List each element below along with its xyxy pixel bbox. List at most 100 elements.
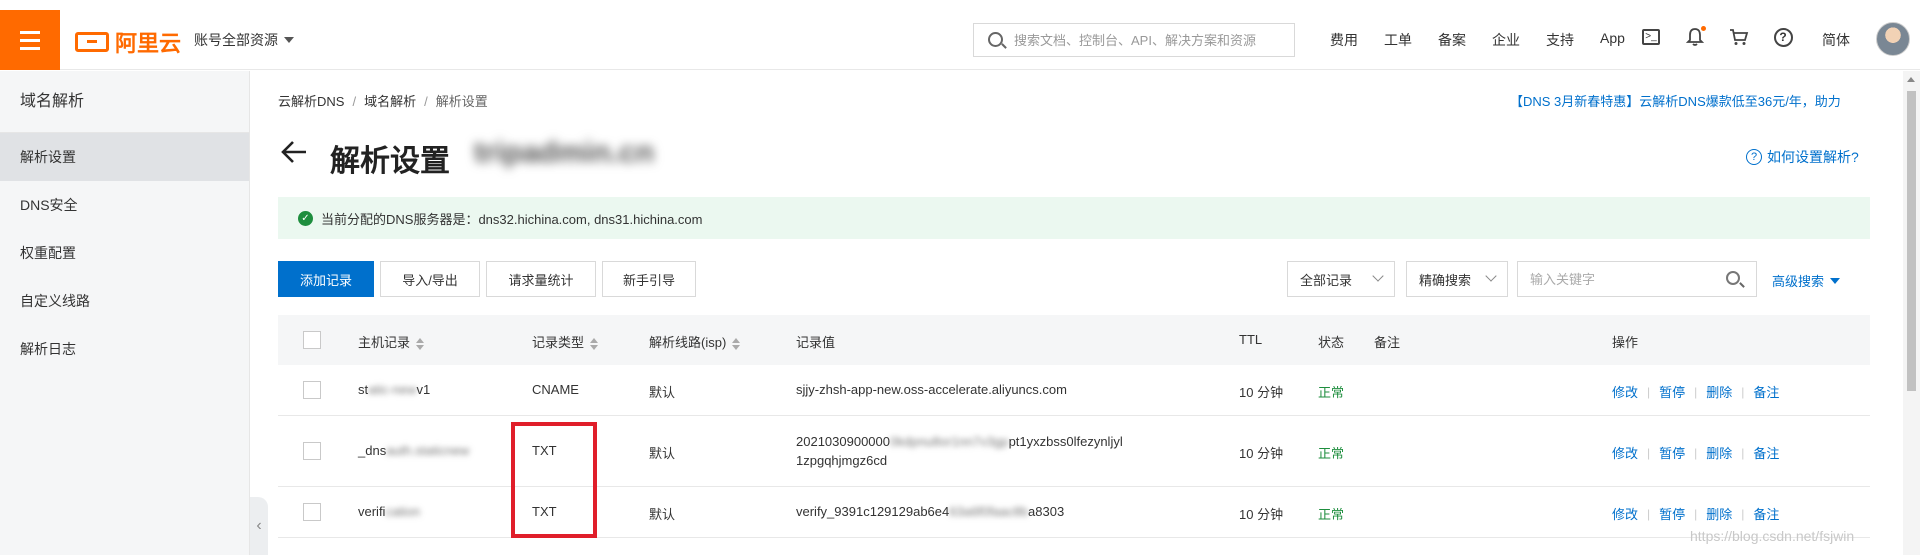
record-ttl: 10 分钟 bbox=[1239, 507, 1284, 522]
page-title: 解析设置 bbox=[330, 145, 450, 178]
delete-link[interactable]: 删除 bbox=[1706, 443, 1732, 462]
row-actions: 修改 | 暂停 | 删除 | 备注 bbox=[1612, 443, 1779, 462]
status-badge: 正常 bbox=[1318, 385, 1345, 400]
top-nav-links: 费用 工单 备案 企业 支持 App bbox=[1330, 30, 1651, 50]
edit-link[interactable]: 修改 bbox=[1612, 382, 1638, 401]
keyword-input[interactable] bbox=[1518, 262, 1708, 296]
record-line: 默认 bbox=[649, 385, 676, 400]
nav-link-support[interactable]: 支持 bbox=[1546, 30, 1574, 50]
advanced-search-label: 高级搜索 bbox=[1772, 274, 1825, 289]
status-badge: 正常 bbox=[1318, 507, 1345, 522]
sidebar: 域名解析 解析设置 DNS安全 权重配置 自定义线路 解析日志 bbox=[0, 71, 250, 555]
host-record: _dnsauth.staticnew bbox=[358, 443, 469, 458]
watermark: https://blog.csdn.net/fsjwin bbox=[1690, 528, 1855, 544]
check-circle-icon: ✓ bbox=[298, 210, 313, 226]
sort-icon bbox=[732, 337, 741, 350]
cart-button[interactable] bbox=[1728, 26, 1750, 48]
aliyun-logo[interactable]: 阿里云 bbox=[75, 26, 181, 58]
row-checkbox[interactable] bbox=[303, 442, 321, 460]
request-stats-button[interactable]: 请求量统计 bbox=[486, 261, 596, 297]
help-icon: ? bbox=[1773, 27, 1793, 47]
nav-link-billing[interactable]: 费用 bbox=[1330, 30, 1358, 50]
beginner-guide-button[interactable]: 新手引导 bbox=[602, 261, 696, 297]
notification-button[interactable] bbox=[1684, 26, 1706, 48]
status-badge: 正常 bbox=[1318, 446, 1345, 461]
select-all-checkbox[interactable] bbox=[303, 331, 321, 349]
vertical-scrollbar[interactable] bbox=[1903, 71, 1920, 555]
nav-link-enterprise[interactable]: 企业 bbox=[1492, 30, 1520, 50]
table-header: 主机记录 记录类型 解析线路(isp) 记录值 TTL 状态 备注 操作 bbox=[278, 315, 1870, 365]
header-status: 状态 bbox=[1318, 335, 1345, 350]
promo-banner-link[interactable]: 【DNS 3月新春特惠】云解析DNS爆款低至36元/年，助力 bbox=[1510, 91, 1870, 110]
search-icon[interactable] bbox=[1726, 271, 1740, 285]
how-to-setup-help-link[interactable]: ? 如何设置解析? bbox=[1746, 147, 1859, 167]
account-label: 账号全部资源 bbox=[194, 32, 278, 48]
user-avatar[interactable] bbox=[1876, 22, 1910, 56]
record-value: verify_9391c129129ab6e463a6f0faac8ba8303 bbox=[796, 504, 1064, 519]
help-link-label: 如何设置解析? bbox=[1767, 149, 1859, 165]
txt-type-highlight-annotation bbox=[511, 422, 597, 538]
row-actions: 修改 | 暂停 | 删除 | 备注 bbox=[1612, 504, 1779, 523]
sidebar-collapse-button[interactable]: ‹ bbox=[250, 497, 268, 555]
pause-link[interactable]: 暂停 bbox=[1659, 382, 1685, 401]
menu-bar bbox=[20, 46, 40, 50]
header-type[interactable]: 记录类型 bbox=[532, 332, 599, 351]
add-record-button[interactable]: 添加记录 bbox=[278, 261, 374, 297]
advanced-search-toggle[interactable]: 高级搜索 bbox=[1772, 271, 1841, 290]
record-filter-value: 全部记录 bbox=[1300, 272, 1353, 288]
remark-link[interactable]: 备注 bbox=[1753, 443, 1779, 462]
delete-link[interactable]: 删除 bbox=[1706, 382, 1732, 401]
sidebar-item-dns-settings[interactable]: 解析设置 bbox=[0, 133, 249, 181]
language-switch[interactable]: 简体 bbox=[1822, 30, 1850, 50]
record-line: 默认 bbox=[649, 507, 676, 522]
sidebar-item-dns-log[interactable]: 解析日志 bbox=[0, 325, 249, 373]
record-value-text: 2021030900000 bbox=[796, 434, 890, 449]
back-arrow-icon[interactable] bbox=[279, 137, 309, 167]
sidebar-item-custom-line[interactable]: 自定义线路 bbox=[0, 277, 249, 325]
sidebar-item-dns-security[interactable]: DNS安全 bbox=[0, 181, 249, 229]
record-filter-select[interactable]: 全部记录 bbox=[1287, 261, 1395, 297]
delete-link[interactable]: 删除 bbox=[1706, 504, 1732, 523]
account-resources-dropdown[interactable]: 账号全部资源 bbox=[194, 30, 294, 50]
host-record-masked: atic-new bbox=[368, 382, 417, 397]
sidebar-item-weight-config[interactable]: 权重配置 bbox=[0, 229, 249, 277]
terminal-icon: >_ bbox=[1642, 29, 1660, 45]
divider: | bbox=[1741, 506, 1745, 521]
dns-server-info: ✓ 当前分配的DNS服务器是：dns32.hichina.com, dns31.… bbox=[278, 197, 1870, 239]
help-button[interactable]: ? bbox=[1772, 26, 1794, 48]
record-type: CNAME bbox=[532, 382, 579, 397]
remark-link[interactable]: 备注 bbox=[1753, 382, 1779, 401]
remark-link[interactable]: 备注 bbox=[1753, 504, 1779, 523]
header-ops: 操作 bbox=[1612, 335, 1639, 350]
caret-down-icon bbox=[284, 37, 294, 43]
global-search-input[interactable] bbox=[1014, 32, 1284, 48]
header-line[interactable]: 解析线路(isp) bbox=[649, 332, 741, 351]
nav-link-app[interactable]: App bbox=[1600, 30, 1625, 50]
scroll-thumb[interactable] bbox=[1907, 91, 1916, 391]
caret-down-icon bbox=[1830, 277, 1841, 284]
nav-link-icp[interactable]: 备案 bbox=[1438, 30, 1466, 50]
breadcrumb-cloud-dns[interactable]: 云解析DNS bbox=[278, 94, 344, 109]
header-host[interactable]: 主机记录 bbox=[358, 332, 425, 351]
nav-link-tickets[interactable]: 工单 bbox=[1384, 30, 1412, 50]
row-checkbox[interactable] bbox=[303, 381, 321, 399]
terminal-button[interactable]: >_ bbox=[1640, 26, 1662, 48]
pause-link[interactable]: 暂停 bbox=[1659, 443, 1685, 462]
edit-link[interactable]: 修改 bbox=[1612, 504, 1638, 523]
edit-link[interactable]: 修改 bbox=[1612, 443, 1638, 462]
hamburger-menu-button[interactable] bbox=[0, 10, 60, 70]
row-actions: 修改 | 暂停 | 删除 | 备注 bbox=[1612, 382, 1779, 401]
logo-text: 阿里云 bbox=[115, 31, 182, 56]
search-icon bbox=[988, 32, 1003, 47]
pause-link[interactable]: 暂停 bbox=[1659, 504, 1685, 523]
record-value-masked: 63a6f0faac8b bbox=[949, 504, 1029, 519]
header-type-label: 记录类型 bbox=[532, 335, 585, 350]
import-export-button[interactable]: 导入/导出 bbox=[380, 261, 480, 297]
host-record-text: st bbox=[358, 382, 369, 397]
row-checkbox[interactable] bbox=[303, 503, 321, 521]
search-mode-select[interactable]: 精确搜索 bbox=[1406, 261, 1508, 297]
global-search bbox=[973, 23, 1295, 57]
scroll-up-arrow-icon[interactable] bbox=[1907, 77, 1915, 82]
breadcrumb-domain-dns[interactable]: 域名解析 bbox=[364, 94, 416, 109]
chevron-down-icon bbox=[1485, 270, 1497, 282]
